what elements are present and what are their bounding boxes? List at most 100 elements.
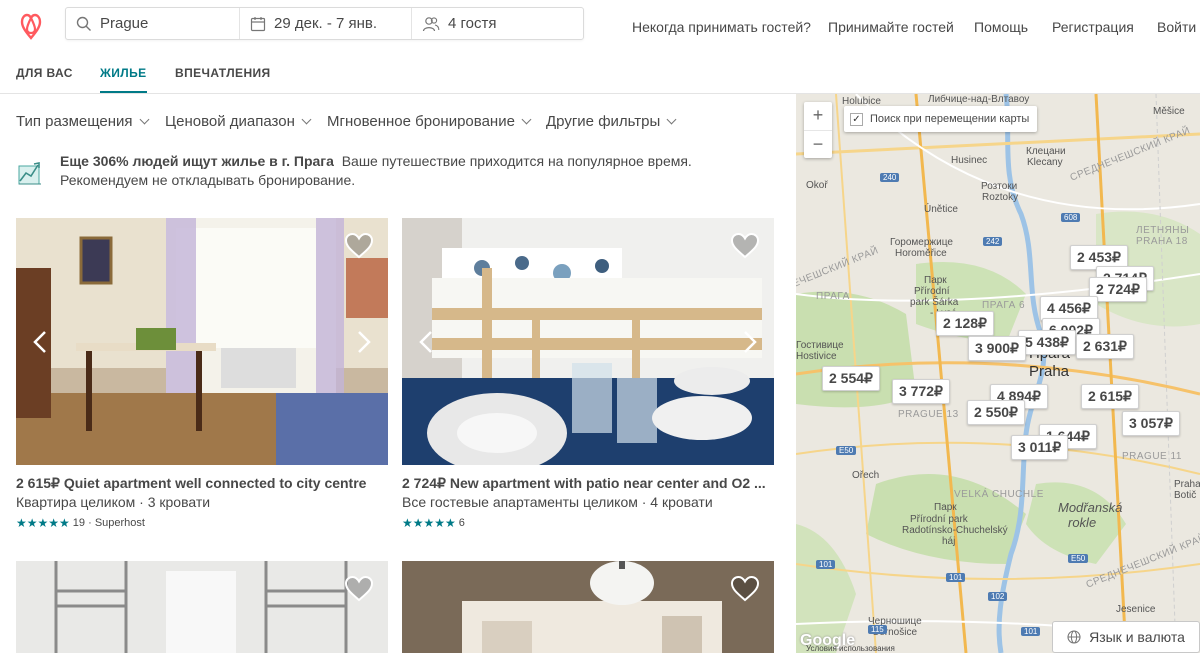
map-place-label: ПРАГА	[816, 291, 850, 302]
map-place-label: VELKÁ CHUCHLE	[954, 489, 1044, 500]
filter-label: Ценовой диапазон	[165, 113, 295, 130]
search-icon	[76, 16, 91, 31]
map[interactable]: + − ✓ Поиск при перемещении карты Holubi…	[796, 94, 1200, 653]
listing-photo[interactable]	[402, 561, 774, 653]
dates-field[interactable]: 29 дек. - 7 янв.	[239, 8, 411, 39]
listing-photo[interactable]	[16, 561, 388, 653]
map-place-label: Radotínsko-Chuchelský	[902, 525, 1008, 536]
map-place-label: Парк	[924, 275, 947, 286]
calendar-icon	[250, 16, 266, 31]
chevron-down-icon	[301, 114, 312, 125]
listing-card[interactable]: 2 615₽ Quiet apartment well connected to…	[16, 218, 388, 530]
rating-stars: ★★★★★	[16, 516, 70, 530]
chevron-left-icon[interactable]	[32, 330, 48, 354]
guests-field[interactable]: 4 гостя	[411, 8, 583, 39]
price-pin[interactable]: 2 615₽	[1081, 384, 1139, 409]
search-on-move-label: Поиск при перемещении карты	[870, 113, 1030, 125]
tab-for-you[interactable]: ДЛЯ ВАС	[16, 66, 73, 80]
map-place-label: Клецани	[1026, 146, 1066, 157]
price-pin[interactable]: 5 438₽	[1018, 330, 1076, 355]
road-number: E50	[836, 446, 857, 455]
map-place-label: rokle	[1068, 515, 1097, 530]
map-place-label: Přírodní park	[910, 514, 968, 525]
checkbox-checked-icon[interactable]: ✓	[850, 112, 863, 126]
map-place-label: Okoř	[806, 180, 828, 191]
road-number: 101	[816, 560, 836, 569]
map-place-label: ПРАГА 6	[982, 300, 1026, 311]
heart-icon[interactable]	[730, 232, 760, 260]
language-currency-button[interactable]: Язык и валюта	[1052, 621, 1200, 653]
airbnb-logo[interactable]	[16, 10, 46, 42]
room-photo	[16, 218, 388, 465]
map-terms-link[interactable]: Условия использования	[806, 644, 895, 653]
rating-stars: ★★★★★	[402, 516, 456, 530]
guests-icon	[422, 16, 440, 31]
signup-link[interactable]: Регистрация	[1052, 19, 1134, 35]
road-number: 101	[946, 573, 966, 582]
header: Prague 29 дек. - 7 янв. 4 гостя Некогда …	[0, 0, 1200, 50]
price-pin[interactable]: 3 011₽	[1011, 435, 1069, 460]
map-place-label: Praha	[1029, 363, 1070, 380]
filter-label: Мгновенное бронирование	[327, 113, 515, 130]
price-pin[interactable]: 3 057₽	[1122, 411, 1180, 436]
listing-photo[interactable]	[16, 218, 388, 465]
heart-icon[interactable]	[344, 575, 374, 603]
never-host-link[interactable]: Некогда принимать гостей?	[632, 19, 811, 35]
listing-rating: ★★★★★ 19 · Superhost	[16, 516, 388, 530]
map-place-label: Husinec	[951, 155, 988, 166]
price-pin[interactable]: 2 631₽	[1076, 334, 1134, 359]
language-currency-label: Язык и валюта	[1089, 629, 1185, 645]
help-link[interactable]: Помощь	[974, 19, 1028, 35]
filter-instant-book[interactable]: Мгновенное бронирование	[327, 113, 532, 130]
filter-more[interactable]: Другие фильтры	[546, 113, 677, 130]
filter-room-type[interactable]: Тип размещения	[16, 113, 149, 130]
listing-subtitle: Все гостевые апартаменты целиком · 4 кро…	[402, 494, 713, 510]
listing-photo[interactable]	[402, 218, 774, 465]
price-pin[interactable]: 3 772₽	[892, 379, 950, 404]
review-count: 19	[72, 517, 86, 529]
listing-title[interactable]: 2 724₽ New apartment with patio near cen…	[402, 475, 774, 493]
road-number: 242	[983, 237, 1003, 246]
map-place-label: Hostivice	[796, 351, 837, 362]
listing-title[interactable]: 2 615₽ Quiet apartment well connected to…	[16, 475, 388, 493]
zoom-out-button[interactable]: −	[804, 130, 832, 158]
tab-experiences[interactable]: ВПЕЧАТЛЕНИЯ	[175, 66, 271, 80]
filter-label: Тип размещения	[16, 113, 133, 130]
heart-icon[interactable]	[344, 232, 374, 260]
chevron-down-icon	[139, 114, 149, 125]
chevron-right-icon[interactable]	[356, 330, 372, 354]
listing-card[interactable]: 2 724₽ New apartment with patio near cen…	[402, 218, 774, 530]
review-count: 6	[458, 517, 465, 529]
listing-card[interactable]	[402, 561, 774, 653]
price-pin[interactable]: 3 900₽	[968, 336, 1026, 361]
login-link[interactable]: Войти	[1157, 19, 1196, 35]
map-place-label: ЛЕТНЯНЫ	[1136, 225, 1190, 236]
room-photo	[402, 218, 774, 465]
zoom-in-button[interactable]: +	[804, 102, 832, 130]
chevron-down-icon	[521, 114, 532, 125]
notice-headline: Еще 306% людей ищут жилье в г. Прага	[60, 153, 334, 169]
search-on-move-toggle[interactable]: ✓ Поиск при перемещении карты	[844, 106, 1038, 132]
tab-homes[interactable]: ЖИЛЬЕ	[100, 66, 147, 80]
map-place-label: Jesenice	[1116, 604, 1156, 615]
map-place-label: Holubice	[842, 96, 881, 107]
price-pin[interactable]: 2 550₽	[967, 400, 1025, 425]
map-place-label: Přírodní	[914, 286, 950, 297]
price-pin[interactable]: 2 554₽	[822, 366, 880, 391]
map-place-label: Klecany	[1027, 157, 1063, 168]
search-bar: Prague 29 дек. - 7 янв. 4 гостя	[65, 7, 584, 40]
listing-rating: ★★★★★ 6	[402, 516, 774, 530]
heart-icon[interactable]	[730, 575, 760, 603]
filter-price[interactable]: Ценовой диапазон	[165, 113, 312, 130]
map-place-label: háj	[942, 536, 956, 547]
notice-text: Еще 306% людей ищут жилье в г. Прага Ваш…	[60, 152, 780, 190]
map-place-label: PRAGUE 11	[1122, 451, 1182, 462]
map-place-label: Розтоки	[981, 181, 1018, 192]
chevron-right-icon[interactable]	[742, 330, 758, 354]
chevron-left-icon[interactable]	[418, 330, 434, 354]
listing-card[interactable]	[16, 561, 388, 653]
location-field[interactable]: Prague	[66, 8, 239, 39]
room-photo	[402, 561, 774, 653]
price-pin[interactable]: 2 128₽	[936, 311, 994, 336]
host-link[interactable]: Принимайте гостей	[828, 19, 954, 35]
